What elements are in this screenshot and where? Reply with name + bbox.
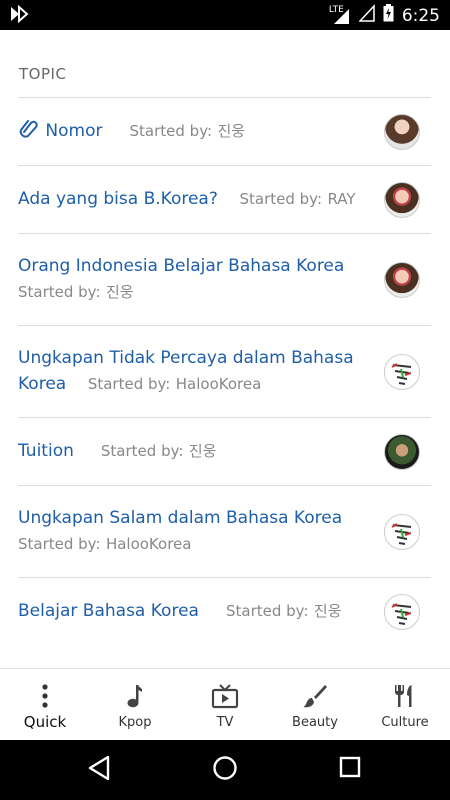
topic-author: HalooKorea: [175, 375, 262, 393]
tab-kpop[interactable]: Kpop: [90, 669, 180, 741]
section-title: TOPIC: [19, 65, 67, 83]
restaurant-icon: [360, 681, 450, 711]
back-icon[interactable]: [88, 755, 112, 785]
avatar: [384, 262, 420, 298]
started-by-label: Started by:: [129, 122, 213, 140]
topic-title[interactable]: Orang Indonesia Belajar Bahasa Korea: [18, 253, 363, 279]
topic-row-ungkapan-salam[interactable]: Ungkapan Salam dalam Bahasa Korea Starte…: [18, 485, 431, 577]
topic-title[interactable]: Ungkapan Salam dalam Bahasa Korea: [18, 505, 363, 531]
tab-culture[interactable]: Culture: [360, 669, 450, 741]
started-by-label: Started by:: [225, 602, 309, 620]
clock: 6:25: [401, 5, 440, 26]
wifi-off-icon: [358, 4, 375, 27]
topic-list-screen: TOPIC Nomor Started by: 진웅 Ada yang bisa…: [0, 30, 450, 668]
topic-title[interactable]: Belajar Bahasa Korea: [18, 601, 199, 621]
topic-row-nomor[interactable]: Nomor Started by: 진웅: [18, 97, 431, 165]
more-vertical-icon: [0, 681, 90, 711]
bottom-navigation: Quick Kpop TV Beauty Culture: [0, 668, 450, 741]
topic-row-ungkapan-tidak-percaya[interactable]: Ungkapan Tidak Percaya dalam Bahasa Kore…: [18, 325, 431, 417]
battery-charging-icon: [383, 4, 394, 27]
topic-author: 진웅: [188, 442, 217, 460]
brush-icon: [270, 681, 360, 711]
tab-quick[interactable]: Quick: [0, 669, 90, 741]
topic-row-belajar-bahasa-korea[interactable]: Belajar Bahasa Korea Started by: 진웅: [18, 577, 431, 668]
tab-label: Beauty: [292, 715, 338, 730]
attachment-icon: [18, 120, 45, 141]
home-icon[interactable]: [212, 755, 238, 785]
avatar: [384, 594, 420, 630]
cell-signal-icon: LTE: [329, 5, 351, 25]
topic-title[interactable]: Nomor: [45, 121, 102, 141]
status-bar: LTE 6:25: [0, 0, 450, 30]
avatar: [384, 114, 420, 150]
topic-row-tuition[interactable]: Tuition Started by: 진웅: [18, 417, 431, 485]
topic-row-ada-yang-bisa[interactable]: Ada yang bisa B.Korea? Started by: RAY: [18, 165, 431, 233]
topic-author: 진웅: [105, 283, 134, 301]
started-by-label: Started by:: [239, 190, 323, 208]
tv-icon: [180, 681, 270, 711]
started-by-label: Started by:: [100, 442, 184, 460]
music-note-icon: [90, 681, 180, 711]
tab-label: TV: [216, 715, 234, 730]
topic-title[interactable]: Ada yang bisa B.Korea?: [18, 189, 218, 209]
tab-label: Quick: [23, 713, 67, 731]
started-by-label: Started by:: [18, 283, 101, 301]
started-by-label: Started by:: [18, 535, 101, 553]
topic-list: Nomor Started by: 진웅 Ada yang bisa B.Kor…: [18, 97, 431, 668]
topic-author: HalooKorea: [105, 535, 192, 553]
topic-row-orang-indonesia[interactable]: Orang Indonesia Belajar Bahasa Korea Sta…: [18, 233, 431, 325]
topic-author: RAY: [327, 190, 356, 208]
tab-beauty[interactable]: Beauty: [270, 669, 360, 741]
avatar: [384, 354, 420, 390]
tab-label: Kpop: [118, 715, 152, 730]
tab-label: Culture: [381, 715, 429, 730]
tab-tv[interactable]: TV: [180, 669, 270, 741]
topic-author: 진웅: [313, 602, 342, 620]
avatar: [384, 514, 420, 550]
avatar: [384, 182, 420, 218]
system-navigation-bar: [0, 740, 450, 800]
started-by-label: Started by:: [87, 375, 171, 393]
topic-title[interactable]: Tuition: [18, 441, 74, 461]
app-notification-icon: [10, 4, 30, 27]
topic-author: 진웅: [217, 122, 246, 140]
recents-icon[interactable]: [339, 755, 361, 785]
avatar: [384, 434, 420, 470]
